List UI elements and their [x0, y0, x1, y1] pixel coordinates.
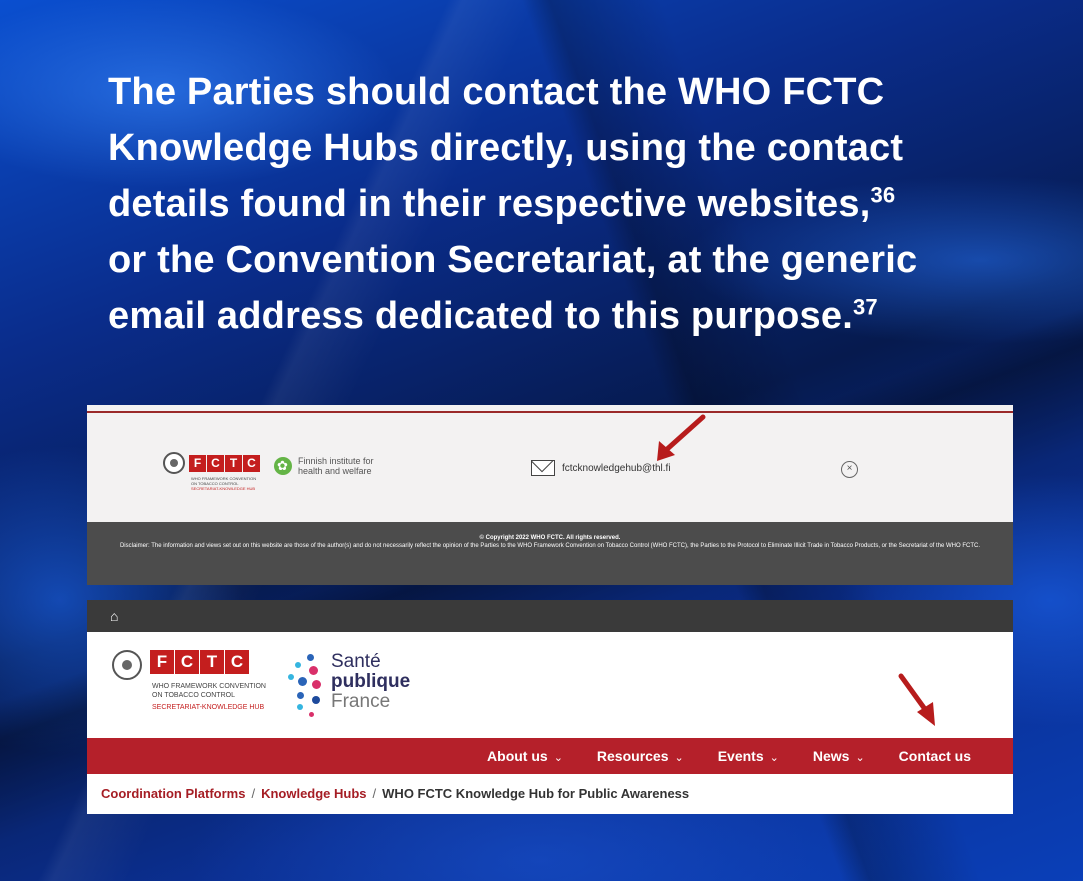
fctc-letter: C	[207, 454, 224, 472]
nav-label: Events	[717, 748, 764, 764]
fctc-letter: C	[225, 650, 249, 674]
sante-publique-logo[interactable]: Santé publique France	[285, 652, 410, 720]
headline-line-1: The Parties should contact the WHO FCTC	[108, 71, 885, 113]
main-nav: About us ⌄ Resources ⌄ Events ⌄ News ⌄ Conta…	[87, 738, 1013, 774]
logo-dot	[312, 696, 320, 704]
fctc-logo[interactable]: F C T C WHO FRAMEWORK CONVENTION ON TOBA…	[112, 650, 266, 712]
fctc-logo[interactable]: F C T C WHO FRAMEWORK CONVENTION ON TOBA…	[163, 452, 260, 491]
nav-label: About us	[487, 748, 548, 764]
nav-label: Resources	[596, 748, 669, 764]
thl-name-line: Finnish institute for	[298, 456, 374, 466]
logo-dot	[297, 704, 303, 710]
logo-dot	[295, 662, 301, 668]
thl-logo[interactable]: Finnish institute for health and welfare	[274, 456, 374, 476]
fctc-subtitle-line: WHO FRAMEWORK CONVENTION	[152, 683, 266, 690]
breadcrumb-coordination-platforms[interactable]: Coordination Platforms	[101, 786, 245, 801]
fctc-subtitle: WHO FRAMEWORK CONVENTION ON TOBACCO CONT…	[152, 682, 266, 712]
breadcrumb-separator: /	[251, 786, 256, 801]
fctc-wordmark: F C T C	[150, 650, 249, 674]
nav-label: News	[812, 748, 850, 764]
thl-name-line: health and welfare	[298, 466, 372, 476]
fctc-letter: T	[200, 650, 224, 674]
footnote-ref-37: 37	[852, 294, 878, 320]
breadcrumb: Coordination Platforms / Knowledge Hubs / WH…	[101, 786, 689, 801]
slide: The Parties should contact the WHO FCTC …	[0, 0, 1083, 881]
arrow-to-contact-icon	[898, 673, 935, 726]
fctc-letter: F	[150, 650, 174, 674]
chevron-down-icon: ⌄	[769, 752, 779, 764]
arrow-to-email-icon	[657, 414, 706, 461]
nav-about-us[interactable]: About us ⌄	[487, 748, 563, 764]
chevron-down-icon: ⌄	[674, 752, 684, 764]
logo-dot	[298, 677, 307, 686]
breadcrumb-knowledge-hubs[interactable]: Knowledge Hubs	[261, 786, 366, 801]
who-emblem-icon	[112, 650, 142, 680]
chevron-down-icon: ⌄	[855, 752, 865, 764]
thl-name: Finnish institute for health and welfare	[298, 456, 374, 476]
fctc-subtitle-line: ON TOBACCO CONTROL	[152, 692, 235, 699]
footer-logos: F C T C WHO FRAMEWORK CONVENTION ON TOBA…	[163, 452, 374, 491]
screenshot-thl-footer: F C T C WHO FRAMEWORK CONVENTION ON TOBA…	[87, 405, 1013, 585]
who-emblem-icon	[163, 452, 185, 474]
nav-label: Contact us	[898, 748, 971, 764]
sante-dots-icon	[285, 652, 327, 720]
home-icon[interactable]: ⌂	[110, 608, 118, 624]
footnote-ref-36: 36	[870, 182, 896, 208]
thl-flower-icon	[274, 457, 292, 475]
top-bar: ⌂	[87, 600, 1013, 632]
email-link[interactable]: fctcknowledgehub@thl.fi	[531, 460, 671, 476]
nav-resources[interactable]: Resources ⌄	[597, 748, 684, 764]
breadcrumb-current: WHO FCTC Knowledge Hub for Public Awaren…	[382, 786, 690, 801]
logo-dot	[288, 674, 294, 680]
top-rule	[87, 411, 1013, 413]
nav-events[interactable]: Events ⌄	[718, 748, 779, 764]
headline: The Parties should contact the WHO FCTC …	[108, 64, 988, 344]
headline-line-3: details found in their respective websit…	[108, 183, 871, 225]
fctc-letter: C	[243, 454, 260, 472]
nav-contact-us[interactable]: Contact us	[899, 748, 971, 764]
footer-disclaimer: Disclaimer: The information and views se…	[119, 543, 981, 549]
nav-items: About us ⌄ Resources ⌄ Events ⌄ News ⌄ Conta…	[453, 738, 971, 774]
chevron-down-icon: ⌄	[553, 752, 563, 764]
logo-dot	[297, 692, 304, 699]
headline-line-4: or the Convention Secretariat, at the ge…	[108, 239, 918, 281]
site-footer: © Copyright 2022 WHO FCTC. All rights re…	[87, 522, 1013, 585]
fctc-subtitle-line: SECRETARIAT-KNOWLEDGE HUB	[191, 486, 256, 491]
logo-dot	[309, 712, 314, 717]
sante-publique-name: Santé publique France	[331, 652, 410, 720]
sante-name-line: Santé	[331, 651, 381, 672]
fctc-letter: T	[225, 454, 242, 472]
fctc-wordmark: F C T C	[189, 454, 260, 472]
headline-line-5: email address dedicated to this purpose.	[108, 295, 853, 337]
fctc-subtitle: WHO FRAMEWORK CONVENTION ON TOBACCO CONT…	[191, 476, 260, 491]
footer-copyright: © Copyright 2022 WHO FCTC. All rights re…	[479, 535, 621, 541]
sante-name-line: publique	[331, 671, 411, 692]
fctc-subtitle-line: SECRETARIAT-KNOWLEDGE HUB	[152, 704, 265, 711]
fctc-letter: F	[189, 454, 206, 472]
envelope-icon	[531, 460, 555, 476]
screenshot-spf-header: ⌂ F C T C WHO FRAMEWORK CONVENTION ON TO…	[87, 600, 1013, 814]
sante-name-line: France	[331, 691, 391, 712]
close-button[interactable]: ×	[841, 461, 858, 478]
breadcrumb-separator: /	[372, 786, 377, 801]
email-address: fctcknowledgehub@thl.fi	[562, 462, 671, 474]
logo-dot	[309, 666, 318, 675]
logo-dot	[307, 654, 314, 661]
nav-news[interactable]: News ⌄	[813, 748, 865, 764]
fctc-letter: C	[175, 650, 199, 674]
headline-line-2: Knowledge Hubs directly, using the conta…	[108, 127, 904, 169]
logo-dot	[312, 680, 321, 689]
